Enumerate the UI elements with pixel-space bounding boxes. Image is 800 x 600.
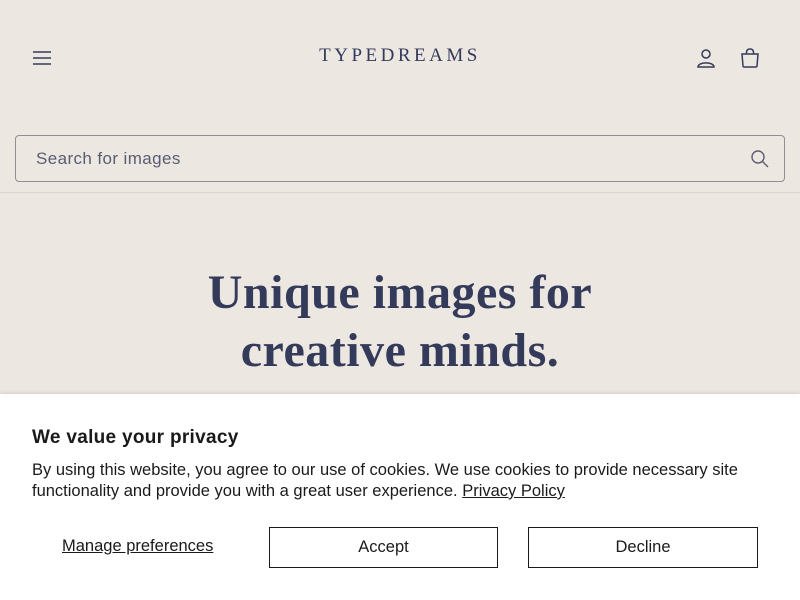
search-bar [15, 135, 785, 182]
shopping-bag-icon[interactable] [738, 46, 762, 70]
cookie-banner-message: By using this website, you agree to our … [32, 461, 738, 500]
cookie-banner-title: We value your privacy [32, 427, 239, 448]
privacy-policy-link[interactable]: Privacy Policy [462, 482, 565, 500]
search-input[interactable] [16, 136, 784, 181]
cookie-banner-text: By using this website, you agree to our … [32, 460, 772, 502]
site-logo[interactable]: TYPEDREAMS [0, 45, 800, 67]
manage-preferences-button[interactable]: Manage preferences [62, 537, 213, 556]
cookie-banner: We value your privacy By using this webs… [0, 394, 800, 600]
site-header: TYPEDREAMS [0, 0, 800, 115]
hero-title-line-2: creative minds. [240, 324, 560, 377]
user-account-icon[interactable] [694, 46, 718, 70]
hero-title-line-1: Unique images for [207, 266, 593, 319]
decline-cookies-button[interactable]: Decline [528, 527, 758, 568]
accept-cookies-button[interactable]: Accept [269, 527, 498, 568]
search-icon[interactable] [750, 149, 770, 169]
header-divider [0, 192, 800, 193]
hero-title: Unique images for creative minds. [0, 264, 800, 380]
